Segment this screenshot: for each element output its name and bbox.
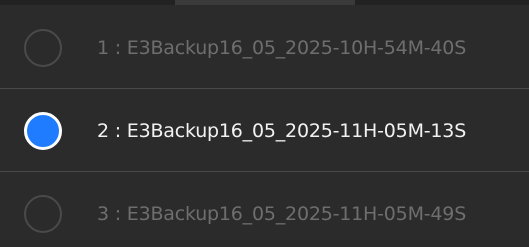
top-edge (0, 0, 529, 5)
radio-button-checked[interactable] (24, 112, 62, 150)
backup-option-label: 2 : E3Backup16_05_2025-11H-05M-13S (97, 120, 467, 142)
backup-option-label: 1 : E3Backup16_05_2025-10H-54M-40S (97, 37, 467, 59)
divider (0, 171, 529, 172)
radio-button-unchecked[interactable] (24, 29, 62, 67)
backup-option-label: 3 : E3Backup16_05_2025-11H-05M-49S (97, 203, 467, 225)
divider (0, 88, 529, 89)
backup-option-1[interactable]: 1 : E3Backup16_05_2025-10H-54M-40S (0, 8, 529, 88)
backup-option-2[interactable]: 2 : E3Backup16_05_2025-11H-05M-13S (0, 91, 529, 171)
backup-option-3[interactable]: 3 : E3Backup16_05_2025-11H-05M-49S (0, 174, 529, 247)
radio-button-unchecked[interactable] (24, 195, 62, 233)
backup-selection-list: 1 : E3Backup16_05_2025-10H-54M-40S 2 : E… (0, 0, 529, 247)
